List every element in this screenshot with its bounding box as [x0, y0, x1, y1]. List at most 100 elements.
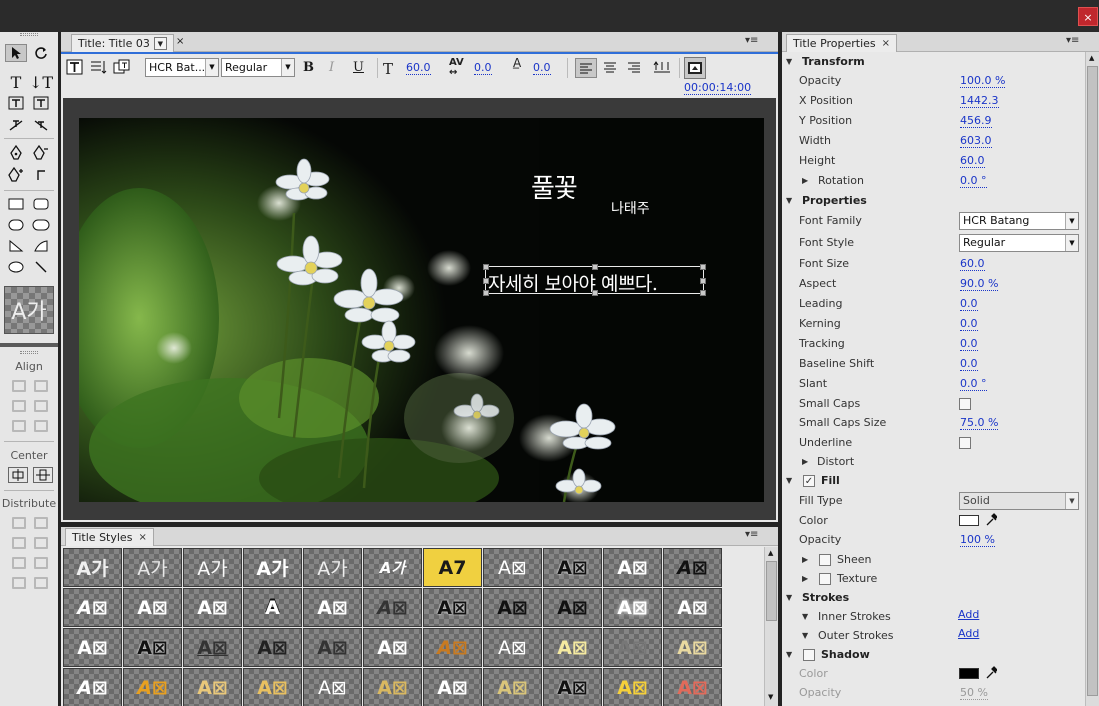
panel-grip[interactable] — [20, 33, 38, 36]
property-value[interactable]: 60.0 — [960, 258, 985, 271]
close-window-button[interactable]: × — [1078, 7, 1098, 26]
resize-handle[interactable] — [700, 278, 706, 284]
property-value[interactable]: 100.0 % — [960, 75, 1006, 88]
title-style-swatch[interactable]: A⊠ — [63, 628, 122, 667]
shadow-color-swatch[interactable] — [959, 668, 979, 679]
underline-checkbox[interactable] — [959, 437, 971, 449]
arc-tool-icon[interactable] — [30, 237, 52, 255]
title-style-swatch[interactable]: A가 — [303, 548, 362, 587]
title-style-swatch[interactable]: A⊠ — [243, 668, 302, 706]
expand-icon[interactable]: ▶ — [802, 574, 808, 583]
fill-section-header[interactable]: ▼ ✓ Fill — [782, 471, 1087, 491]
background-timecode[interactable]: 00:00:14:00 — [684, 82, 752, 95]
shadow-section-header[interactable]: ▼ Shadow — [782, 645, 1087, 665]
panel-menu-icon[interactable]: ▾≡ — [745, 35, 758, 46]
author-text[interactable]: 나태주 — [611, 198, 650, 218]
title-style-swatch[interactable]: A⊠ — [63, 588, 122, 627]
panel-menu-icon[interactable]: ▾≡ — [745, 529, 758, 540]
resize-handle[interactable] — [592, 264, 598, 270]
font-family-select[interactable]: HCR Batang ▼ — [959, 212, 1079, 230]
poem-title-text[interactable]: 풀꽃 — [531, 168, 578, 205]
title-style-swatch[interactable]: A가 — [63, 548, 122, 587]
selection-tool-icon[interactable] — [5, 44, 27, 62]
title-style-swatch[interactable]: A⊠ — [243, 628, 302, 667]
font-style-select[interactable]: Regular ▼ — [959, 234, 1079, 252]
align-right-text-icon[interactable] — [627, 61, 641, 77]
close-tab-icon[interactable]: × — [138, 529, 146, 546]
eyedropper-icon[interactable] — [985, 513, 998, 530]
title-style-swatch[interactable]: A⊠ — [63, 668, 122, 706]
rotation-tool-icon[interactable] — [30, 44, 52, 62]
title-style-swatch[interactable]: A⊠ — [663, 668, 722, 706]
property-value[interactable]: 456.9 — [960, 115, 992, 128]
center-vertical-icon[interactable] — [33, 467, 53, 483]
title-style-swatch[interactable]: A⊠ — [303, 588, 362, 627]
path-type-tool-icon[interactable] — [5, 116, 27, 134]
title-style-swatch[interactable]: A가 — [243, 548, 302, 587]
property-value[interactable]: 90.0 % — [960, 278, 999, 291]
title-style-swatch[interactable]: A⊠ — [483, 668, 542, 706]
title-style-swatch[interactable]: A⊠ — [483, 628, 542, 667]
font-size-value[interactable]: 60.0 — [406, 62, 431, 75]
title-style-swatch[interactable]: A — [243, 588, 302, 627]
rounded-corner-rectangle-tool-icon[interactable] — [5, 216, 27, 234]
fill-color-swatch[interactable] — [959, 515, 979, 526]
font-family-dropdown[interactable]: HCR Bat... ▼ — [145, 58, 219, 77]
ellipse-tool-icon[interactable] — [5, 258, 27, 276]
vertical-type-tool-icon[interactable]: ↓T — [29, 73, 53, 92]
templates-icon[interactable] — [113, 59, 135, 79]
title-style-swatch[interactable]: A⊠ — [183, 668, 242, 706]
sheen-checkbox[interactable] — [819, 554, 831, 566]
title-style-swatch[interactable]: A가 — [123, 548, 182, 587]
collapse-icon[interactable]: ▼ — [786, 57, 792, 66]
expand-icon[interactable]: ▶ — [802, 457, 808, 466]
property-value[interactable]: 0.0 — [960, 298, 978, 311]
tab-stops-icon[interactable] — [652, 59, 672, 79]
title-style-swatch[interactable]: A⊠ — [603, 628, 662, 667]
add-inner-stroke-link[interactable]: Add — [958, 609, 979, 621]
tab-title-styles[interactable]: Title Styles × — [65, 528, 154, 546]
property-value[interactable]: 0.0 — [960, 358, 978, 371]
title-style-swatch[interactable]: A⊠ — [603, 668, 662, 706]
title-style-swatch[interactable]: A⊠ — [123, 668, 182, 706]
collapse-icon[interactable]: ▼ — [786, 196, 792, 205]
title-style-swatch[interactable]: A⊠ — [603, 548, 662, 587]
resize-handle[interactable] — [483, 278, 489, 284]
texture-checkbox[interactable] — [819, 573, 831, 585]
distort-row[interactable]: ▶ Distort — [782, 452, 1087, 472]
rounded-rectangle-tool-icon[interactable] — [30, 216, 52, 234]
title-style-swatch[interactable]: A⊠ — [543, 588, 602, 627]
title-style-swatch[interactable]: A가 — [183, 548, 242, 587]
fill-opacity-value[interactable]: 100 % — [960, 534, 995, 547]
align-left-text-icon[interactable] — [575, 58, 597, 78]
property-value[interactable]: 60.0 — [960, 155, 985, 168]
title-style-swatch[interactable]: A⊠ — [123, 588, 182, 627]
scroll-up-icon[interactable]: ▲ — [768, 549, 773, 557]
property-value[interactable]: 0.0 ° — [960, 175, 987, 188]
title-style-swatch[interactable]: A⊠ — [663, 548, 722, 587]
close-tab-icon[interactable]: × — [882, 35, 890, 52]
collapse-icon[interactable]: ▼ — [786, 476, 792, 485]
property-value[interactable]: 1442.3 — [960, 95, 999, 108]
vertical-path-type-tool-icon[interactable] — [30, 116, 52, 134]
collapse-icon[interactable]: ▼ — [786, 593, 792, 602]
styles-scrollbar[interactable]: ▲ ▼ — [764, 547, 778, 706]
new-title-icon[interactable] — [66, 59, 84, 79]
resize-handle[interactable] — [700, 264, 706, 270]
vertical-area-type-tool-icon[interactable] — [30, 94, 52, 112]
font-style-dropdown[interactable]: Regular ▼ — [221, 58, 295, 77]
italic-button[interactable]: I — [329, 60, 334, 75]
title-style-swatch[interactable]: A⊠ — [483, 588, 542, 627]
tab-title-properties[interactable]: Title Properties × — [786, 34, 898, 52]
kerning-value[interactable]: 0.0 — [474, 62, 492, 75]
scroll-up-icon[interactable]: ▲ — [1089, 54, 1094, 62]
title-style-swatch[interactable]: A7 — [423, 548, 482, 587]
area-type-tool-icon[interactable] — [5, 94, 27, 112]
strokes-section-header[interactable]: ▼ Strokes — [782, 588, 1087, 608]
fill-checkbox[interactable]: ✓ — [803, 475, 815, 487]
title-style-swatch[interactable]: A⊠ — [183, 628, 242, 667]
clipped-corner-rectangle-tool-icon[interactable] — [30, 195, 52, 213]
title-style-swatch[interactable]: A가 — [363, 548, 422, 587]
title-style-swatch[interactable]: A⊠ — [303, 628, 362, 667]
collapse-icon[interactable]: ▼ — [786, 650, 792, 659]
